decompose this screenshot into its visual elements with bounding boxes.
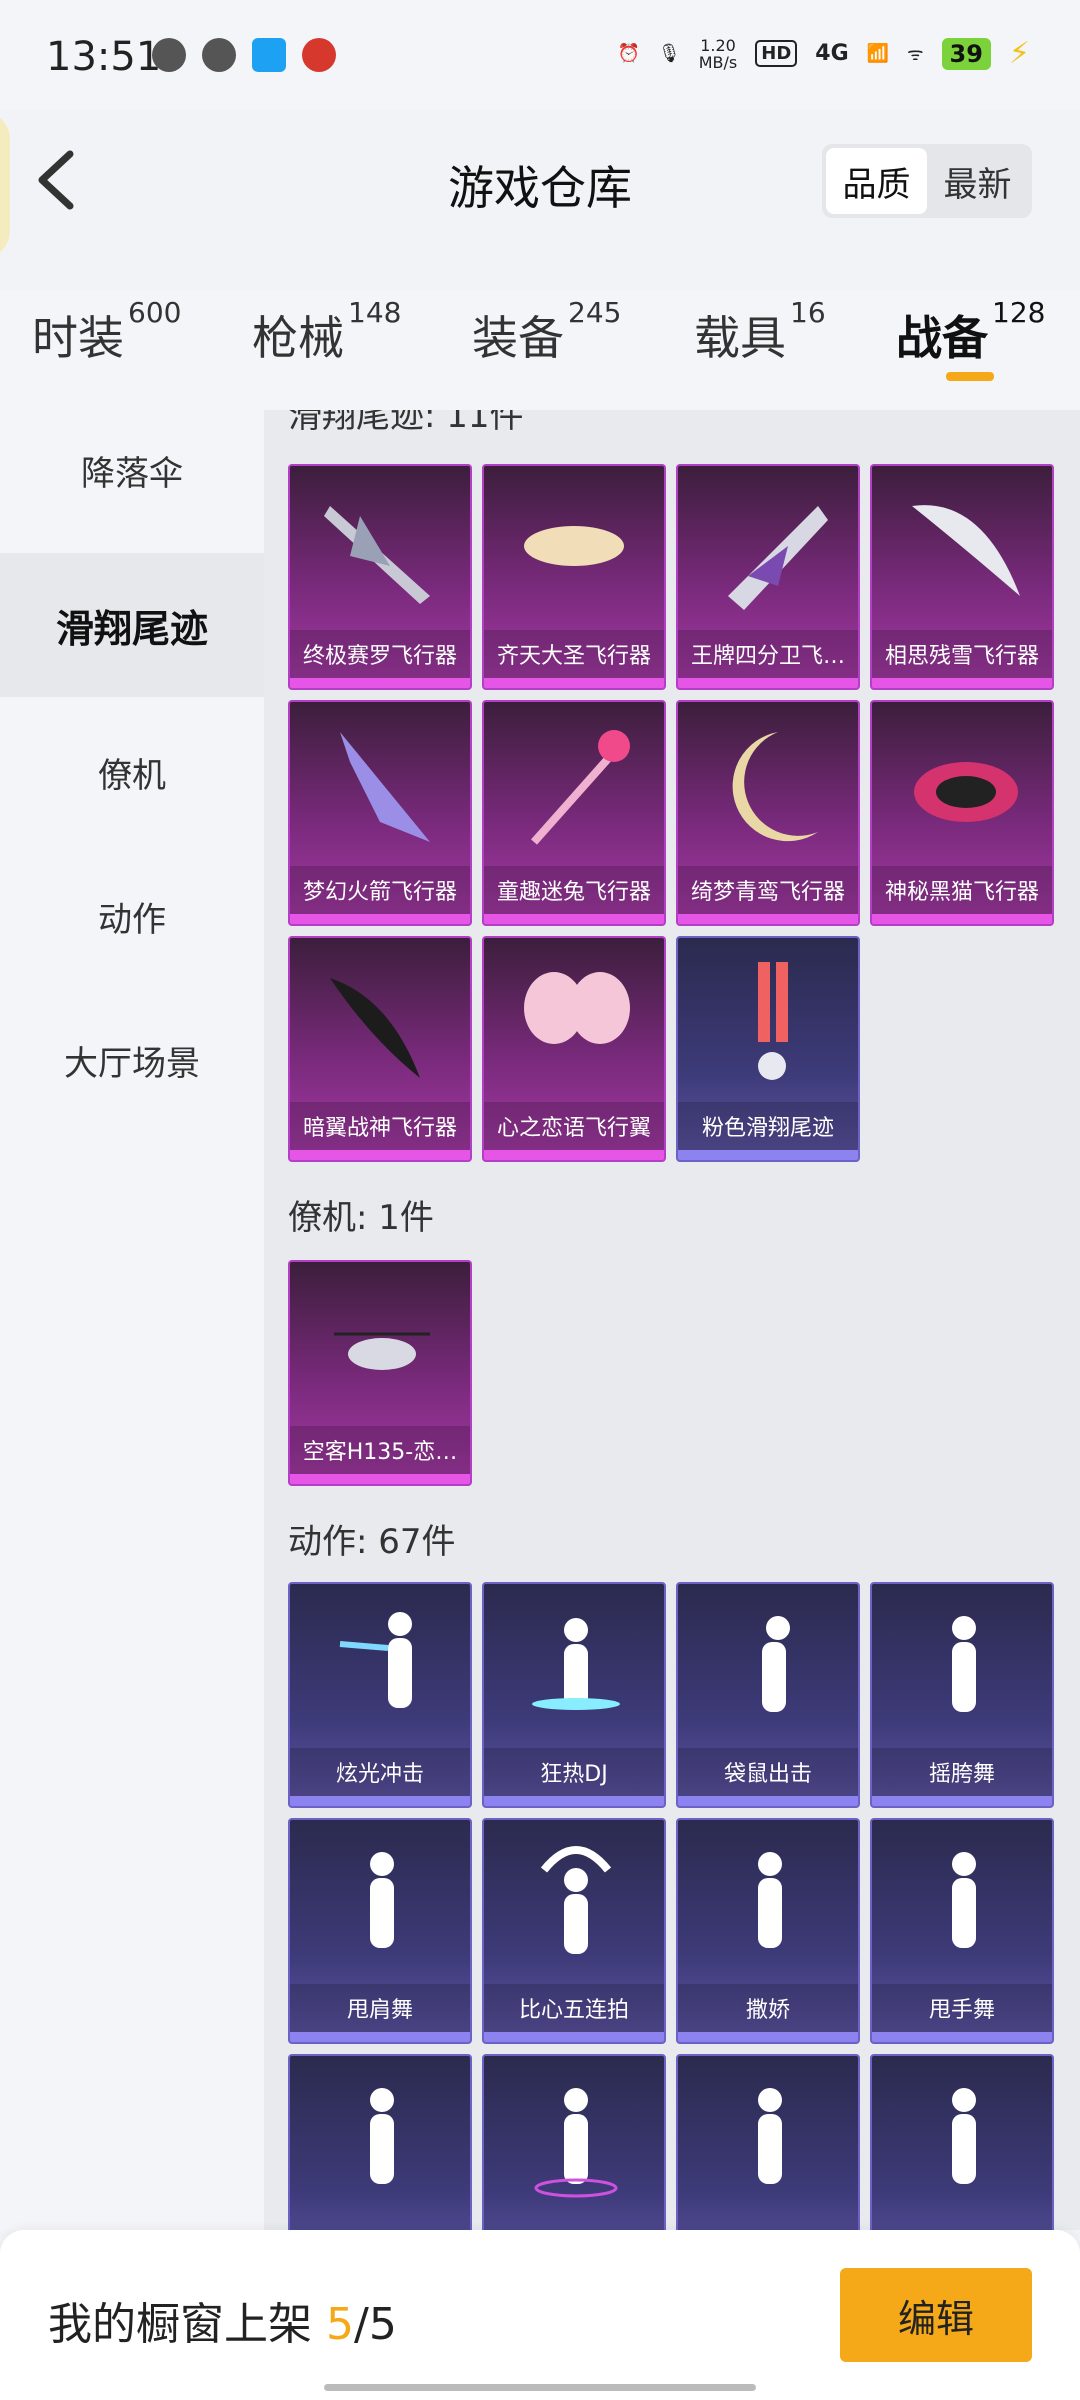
item-card[interactable]: 甩肩舞 — [288, 1818, 472, 2044]
section-title-glide: 滑翔尾迹: 11件 — [288, 410, 524, 436]
sidebar-item-lobby-scene[interactable]: 大厅场景 — [0, 1000, 264, 1120]
item-card[interactable]: 齐天大圣飞行器 — [482, 464, 666, 690]
sort-newest-button[interactable]: 最新 — [927, 148, 1028, 214]
sidebar-item-wingman[interactable]: 僚机 — [0, 712, 264, 832]
tab-equipment[interactable]: 装备 245 — [472, 296, 621, 368]
sort-toggle[interactable]: 品质 最新 — [822, 144, 1032, 218]
item-card[interactable]: 空客H135-恋… — [288, 1260, 472, 1486]
dancer-icon — [370, 2088, 394, 2184]
item-card[interactable]: 炫光冲击 — [288, 1582, 472, 1808]
tab-battle-gear[interactable]: 战备 128 — [896, 296, 1045, 368]
item-card[interactable]: 童趣迷兔飞行器 — [482, 700, 666, 926]
dancer-icon — [952, 1852, 976, 1948]
item-card[interactable]: 梦幻火箭飞行器 — [288, 700, 472, 926]
aircraft-icon — [324, 506, 430, 604]
item-card[interactable]: 王牌四分卫飞… — [676, 464, 860, 690]
item-card[interactable]: 终极赛罗飞行器 — [288, 464, 472, 690]
system-icons: ⏰ 🎙 1.20 MB/s HD 4G 📶 ᯤ 39 ⚡ — [617, 36, 1030, 71]
dancer-icon — [758, 2088, 782, 2184]
item-card[interactable]: 摇胯舞 — [870, 1582, 1054, 1808]
butterfly-icon — [524, 972, 630, 1044]
sort-quality-button[interactable]: 品质 — [826, 148, 927, 214]
tab-vehicles[interactable]: 载具 16 — [694, 296, 826, 368]
showcase-bar: 我的橱窗上架 5/5 编辑 — [0, 2230, 1080, 2400]
active-tab-indicator — [946, 372, 994, 381]
hd-badge: HD — [755, 40, 798, 67]
signal-icon: 📶 — [866, 43, 890, 64]
item-card[interactable]: 甩手舞 — [870, 1818, 1054, 2044]
dancer-icon — [952, 2088, 976, 2184]
alarm-icon: ⏰ — [617, 43, 640, 64]
helicopter-icon — [334, 1332, 430, 1370]
app-icon — [252, 38, 286, 72]
item-card[interactable] — [870, 2054, 1054, 2230]
home-indicator[interactable] — [324, 2384, 756, 2391]
section-title-wingman: 僚机: 1件 — [288, 1198, 434, 1238]
dancer-icon — [339, 1612, 412, 1708]
net-speed: 1.20 MB/s — [698, 35, 738, 72]
item-card[interactable]: 暗翼战神飞行器 — [288, 936, 472, 1162]
aircraft-icon — [728, 506, 828, 610]
charging-icon: ⚡ — [1008, 36, 1030, 71]
weibo-icon — [302, 38, 336, 72]
black-cat-aircraft-icon — [914, 762, 1018, 822]
rocket-glider-icon — [340, 732, 430, 842]
network-type: 4G — [815, 41, 849, 66]
sidebar-item-action[interactable]: 动作 — [0, 856, 264, 976]
item-card[interactable]: 绮梦青鸾飞行器 — [676, 700, 860, 926]
showcase-count: 我的橱窗上架 5/5 — [48, 2299, 397, 2350]
item-card[interactable]: 心之恋语飞行翼 — [482, 936, 666, 1162]
qq-icon — [202, 38, 236, 72]
item-card[interactable]: 比心五连拍 — [482, 1818, 666, 2044]
dancer-icon — [532, 1618, 620, 1710]
mic-icon: 🎙 — [657, 43, 681, 64]
status-bar: 13:51 ⏰ 🎙 1.20 MB/s HD 4G 📶 ᯤ 39 ⚡ — [0, 0, 1080, 110]
category-tabs: 时装 600 枪械 148 装备 245 载具 16 战备 128 — [0, 290, 1080, 410]
sidebar-item-glide-trail[interactable]: 滑翔尾迹 — [0, 553, 264, 697]
item-card[interactable] — [482, 2054, 666, 2230]
dancer-icon — [762, 1616, 790, 1712]
sidebar: 降落伞 滑翔尾迹 僚机 动作 大厅场景 — [0, 410, 264, 2230]
item-card[interactable] — [676, 2054, 860, 2230]
wifi-icon: ᯤ — [907, 43, 924, 65]
dancer-icon — [952, 1616, 976, 1712]
battery-level: 39 — [941, 37, 991, 70]
sidebar-item-parachute[interactable]: 降落伞 — [0, 410, 264, 530]
dancer-icon — [370, 1852, 394, 1948]
wand-icon — [531, 730, 630, 845]
item-card[interactable]: 狂热DJ — [482, 1582, 666, 1808]
dancer-icon — [534, 2088, 618, 2198]
edit-button[interactable]: 编辑 — [840, 2268, 1032, 2362]
item-card[interactable]: 撒娇 — [676, 1818, 860, 2044]
wechat-icon — [152, 38, 186, 72]
item-card[interactable]: 相思残雪飞行器 — [870, 464, 1054, 690]
wing-icon — [912, 505, 1020, 596]
item-card[interactable]: 神秘黑猫飞行器 — [870, 700, 1054, 926]
dark-wing-icon — [330, 978, 420, 1078]
section-title-action: 动作: 67件 — [288, 1522, 456, 1562]
heart-pose-icon — [540, 1846, 612, 1954]
pink-smoke-icon — [758, 962, 788, 1080]
item-card[interactable] — [288, 2054, 472, 2230]
tab-guns[interactable]: 枪械 148 — [252, 296, 401, 368]
status-time: 13:51 — [46, 34, 162, 80]
tab-fashion[interactable]: 时装 600 — [32, 296, 181, 368]
moon-icon — [732, 732, 818, 842]
item-card[interactable]: 粉色滑翔尾迹 — [676, 936, 860, 1162]
item-card[interactable]: 袋鼠出击 — [676, 1582, 860, 1808]
dancer-icon — [758, 1852, 782, 1948]
item-grid-area[interactable]: 滑翔尾迹: 11件 终极赛罗飞行器 齐天大圣飞行器 王牌四分卫飞… 相思残雪飞行… — [264, 410, 1080, 2230]
notification-icons — [152, 38, 336, 72]
cloud-icon — [524, 526, 624, 566]
